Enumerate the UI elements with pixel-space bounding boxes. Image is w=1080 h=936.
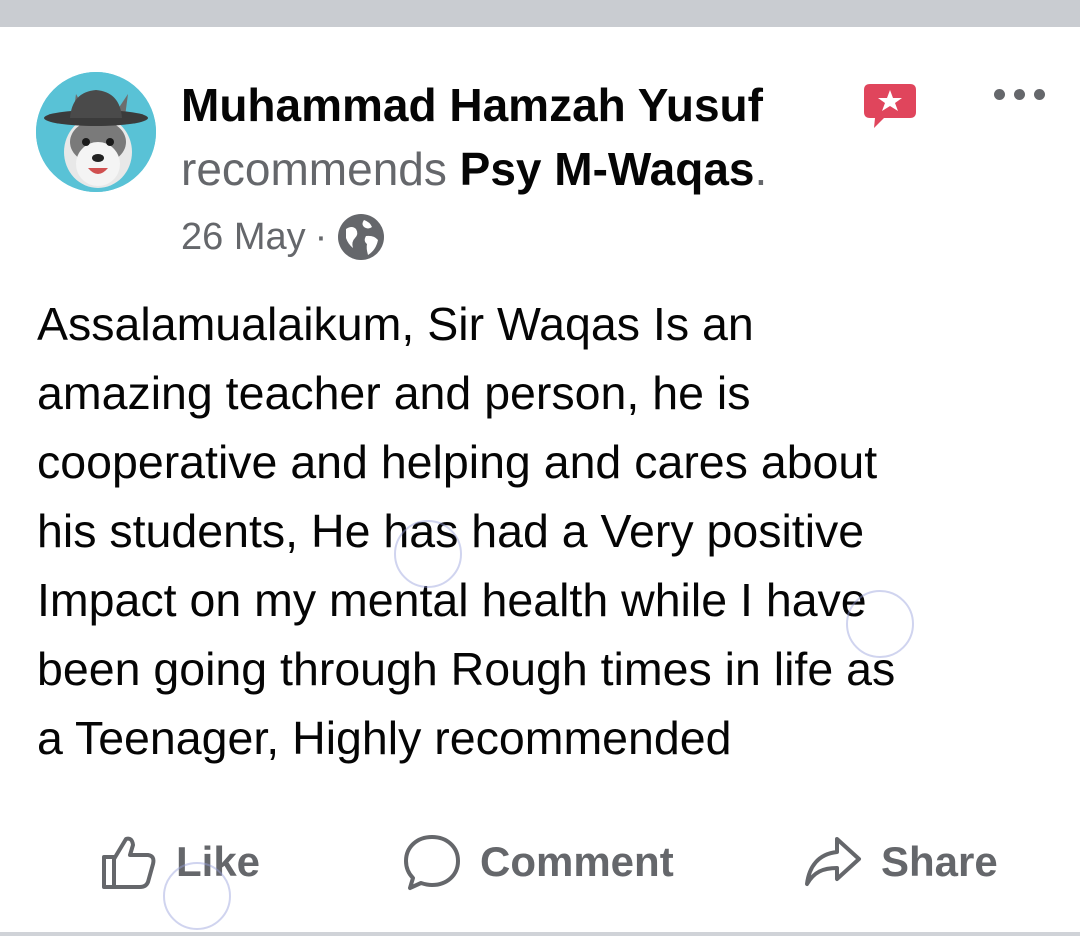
post-actions-bar: Like Comment Share <box>0 830 1080 894</box>
author-avatar[interactable] <box>36 72 156 192</box>
thumbs-up-icon <box>102 836 156 889</box>
post-meta: 26 May · <box>181 210 386 264</box>
comment-button[interactable]: Comment <box>402 830 674 894</box>
globe-icon <box>338 214 385 260</box>
comment-label: Comment <box>480 838 674 885</box>
speech-bubble-icon <box>404 835 460 890</box>
post-body-line: Assalamualaikum, Sir Waqas Is an <box>37 298 754 350</box>
page-name-link[interactable]: Psy M-Waqas <box>460 143 755 195</box>
touch-indicator <box>394 520 462 588</box>
share-button[interactable]: Share <box>803 830 998 894</box>
share-label: Share <box>881 838 998 885</box>
more-dot <box>993 88 1005 100</box>
touch-indicator <box>846 590 914 658</box>
author-name[interactable]: Muhammad Hamzah Yusuf <box>181 77 763 133</box>
post-date[interactable]: 26 May <box>181 216 306 259</box>
post-body-line: cooperative and helping and cares about <box>37 436 878 488</box>
more-dot <box>1013 88 1025 100</box>
post-body-line: a Teenager, Highly recommended <box>37 712 732 764</box>
bottom-divider <box>0 932 1080 936</box>
meta-separator: · <box>314 215 328 258</box>
period: . <box>754 143 768 195</box>
post-body: Assalamualaikum, Sir Waqas Is an amazing… <box>37 290 1067 773</box>
top-divider <box>0 0 1080 27</box>
post-body-line: his students, He has had a Very positive <box>37 505 865 557</box>
husky-avatar-image <box>36 72 156 192</box>
more-dot <box>1033 88 1045 100</box>
action-text: recommends <box>181 143 447 195</box>
star-speech-bubble-icon <box>864 84 916 128</box>
post-body-line: been going through Rough times in life a… <box>37 643 896 695</box>
touch-indicator <box>163 862 231 930</box>
more-options-button[interactable] <box>988 84 1050 104</box>
share-arrow-icon <box>805 837 861 886</box>
recommendation-line: recommends Psy M-Waqas. <box>181 141 767 197</box>
post-body-line: amazing teacher and person, he is <box>37 367 751 419</box>
